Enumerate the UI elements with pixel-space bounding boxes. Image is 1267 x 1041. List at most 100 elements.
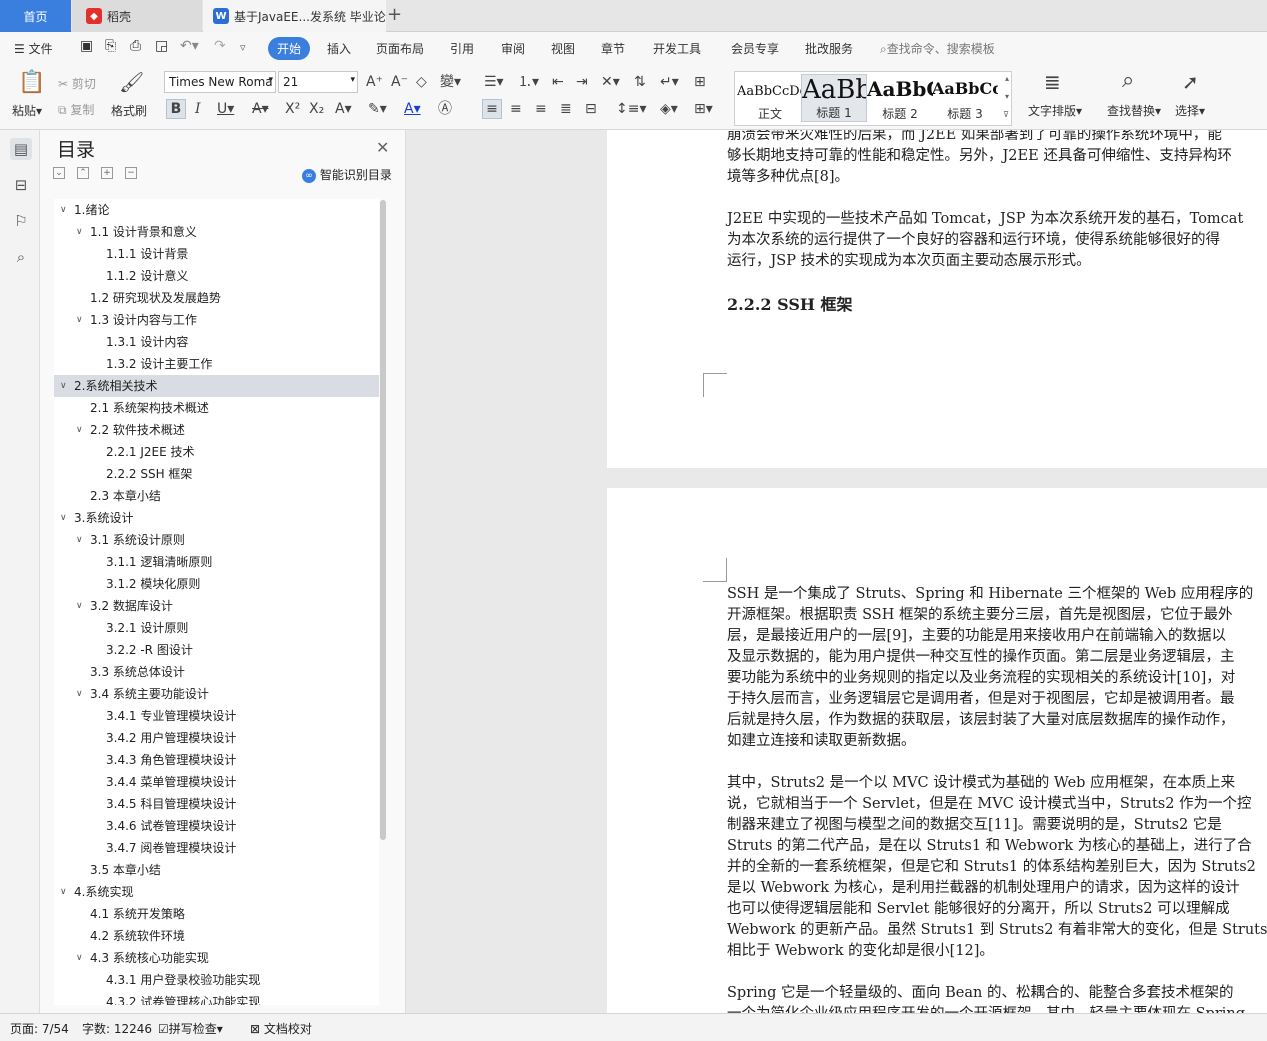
select-button[interactable]: 选择▾ [1175, 102, 1205, 119]
gallery-scroll-down-icon[interactable]: ▾ [1005, 92, 1009, 101]
toc-item[interactable]: 3.4.1 专业管理模块设计 [54, 705, 379, 727]
chinese-layout-icon[interactable]: ✕▾ [601, 74, 620, 90]
gallery-scroll-up-icon[interactable]: ▴ [1005, 74, 1009, 83]
text-layout-icon[interactable]: ≣ [1044, 72, 1061, 92]
menu-reference[interactable]: 引用 [450, 40, 474, 57]
tab-home[interactable]: 首页 [0, 0, 71, 32]
word-count[interactable]: 字数: 12246 [82, 1020, 152, 1037]
bookmark-icon[interactable]: ⚐ [10, 210, 32, 232]
chevron-down-icon[interactable]: ∨ [76, 595, 83, 617]
cut-button[interactable]: ✂ 剪切 [58, 75, 96, 92]
toc-item[interactable]: ∨ 1.1 设计背景和意义 [54, 221, 379, 243]
toc-item[interactable]: ∨ 4.系统实现 [54, 881, 379, 903]
show-marks-icon[interactable]: ↵▾ [660, 74, 679, 90]
menu-member[interactable]: 会员专享 [731, 40, 779, 57]
toc-item[interactable]: 3.1.1 逻辑清晰原则 [54, 551, 379, 573]
chevron-down-icon[interactable]: ∨ [76, 529, 83, 551]
chevron-down-icon[interactable]: ∨ [60, 375, 67, 397]
toc-item[interactable]: 2.2.1 J2EE 技术 [54, 441, 379, 463]
menu-chapter[interactable]: 章节 [601, 40, 625, 57]
paste-icon[interactable]: 📋 [18, 72, 45, 94]
print-preview-icon[interactable]: ◲ [155, 38, 168, 54]
cursor-select-icon[interactable]: ➚ [1182, 72, 1199, 92]
chapter-nav-icon[interactable]: ⊟ [10, 174, 32, 196]
toc-item[interactable]: ∨ 3.系统设计 [54, 507, 379, 529]
quick-access-dropdown-icon[interactable]: ▿ [240, 41, 246, 54]
chevron-down-icon[interactable]: ∨ [76, 947, 83, 969]
decrease-indent-icon[interactable]: ⇤ [552, 74, 564, 90]
toc-item[interactable]: 3.1.2 模块化原则 [54, 573, 379, 595]
style-heading-3[interactable]: AaBbCcI标题 3 [932, 74, 998, 122]
toc-item[interactable]: 3.4.4 菜单管理模块设计 [54, 771, 379, 793]
page-indicator[interactable]: 页面: 7/54 [10, 1020, 69, 1037]
toc-item[interactable]: 2.2.2 SSH 框架 [54, 463, 379, 485]
search-icon[interactable]: ⌕ [10, 246, 32, 268]
menu-start[interactable]: 开始 [268, 37, 310, 60]
toc-item[interactable]: ∨ 3.4 系统主要功能设计 [54, 683, 379, 705]
toc-item[interactable]: ∨ 1.3 设计内容与工作 [54, 309, 379, 331]
remove-item-icon[interactable]: − [125, 167, 137, 179]
save-icon[interactable]: ▣ [80, 38, 93, 54]
subscript-button[interactable]: X₂ [309, 101, 324, 117]
align-center-button[interactable]: ≡ [510, 101, 522, 117]
find-replace-button[interactable]: 查找替换▾ [1107, 102, 1161, 119]
paste-button[interactable]: 粘贴▾ [12, 102, 42, 119]
italic-button[interactable]: I [195, 101, 201, 117]
text-layout-button[interactable]: 文字排版▾ [1028, 102, 1082, 119]
file-menu[interactable]: ☰ 文件 [14, 40, 53, 57]
menu-view[interactable]: 视图 [551, 40, 575, 57]
highlight-icon[interactable]: ✎▾ [368, 101, 387, 117]
toc-item[interactable]: ∨ 1.绪论 [54, 199, 379, 221]
menu-correction[interactable]: 批改服务 [805, 40, 853, 57]
menu-review[interactable]: 审阅 [501, 40, 525, 57]
underline-button[interactable]: U▾ [217, 101, 234, 117]
char-border-icon[interactable]: Ⓐ [438, 101, 452, 117]
chevron-down-icon[interactable]: ∨ [76, 221, 83, 243]
font-size-select[interactable]: 21 ▾ [278, 71, 358, 93]
align-left-button[interactable]: ≡ [482, 99, 502, 119]
toc-item[interactable]: 3.2.1 设计原则 [54, 617, 379, 639]
bold-button[interactable]: B [166, 99, 186, 119]
gallery-more-icon[interactable]: ⊽ [1003, 110, 1009, 119]
clear-format-icon[interactable]: ◇ [416, 74, 427, 90]
toc-item[interactable]: 3.4.6 试卷管理模块设计 [54, 815, 379, 837]
toc-item[interactable]: 3.3 系统总体设计 [54, 661, 379, 683]
toc-panel-icon[interactable]: ▤ [10, 138, 32, 160]
redo-icon[interactable]: ↷ [214, 38, 226, 54]
toc-item[interactable]: 4.3.1 用户登录校验功能实现 [54, 969, 379, 991]
shrink-font-icon[interactable]: A⁻ [391, 74, 408, 90]
toc-item[interactable]: ∨ 2.2 软件技术概述 [54, 419, 379, 441]
toc-item[interactable]: ∨ 4.3 系统核心功能实现 [54, 947, 379, 969]
tab-daoke[interactable]: ◆ 稻壳 [72, 0, 202, 32]
toc-item[interactable]: 2.1 系统架构技术概述 [54, 397, 379, 419]
format-painter-icon[interactable]: 🖌 [119, 72, 144, 92]
expand-all-icon[interactable]: ⌄ [53, 167, 65, 179]
menu-dev-tools[interactable]: 开发工具 [653, 40, 701, 57]
style-normal[interactable]: AaBbCcDd 正文 [737, 74, 803, 122]
toc-item[interactable]: 3.4.5 科目管理模块设计 [54, 793, 379, 815]
increase-indent-icon[interactable]: ⇥ [576, 74, 588, 90]
toc-item[interactable]: 2.3 本章小结 [54, 485, 379, 507]
borders-icon[interactable]: ⊞▾ [694, 101, 713, 117]
toc-item[interactable]: ∨ 3.2 数据库设计 [54, 595, 379, 617]
font-color-button[interactable]: A▾ [404, 101, 421, 117]
toc-item[interactable]: 1.1.2 设计意义 [54, 265, 379, 287]
numbered-list-icon[interactable]: ⒈▾ [518, 74, 539, 90]
text-effect-button[interactable]: A▾ [335, 101, 352, 117]
chevron-down-icon[interactable]: ∨ [76, 419, 83, 441]
toc-item[interactable]: ∨ 2.系统相关技术 [54, 375, 379, 397]
toc-item[interactable]: 3.2.2 -R 图设计 [54, 639, 379, 661]
superscript-button[interactable]: X² [285, 101, 300, 117]
sort-icon[interactable]: ⇅ [634, 74, 646, 90]
smart-toc-button[interactable]: ∞ 智能识别目录 [302, 166, 392, 183]
toc-item[interactable]: ∨ 3.1 系统设计原则 [54, 529, 379, 551]
menu-page-layout[interactable]: 页面布局 [376, 40, 424, 57]
toc-item[interactable]: 3.4.2 用户管理模块设计 [54, 727, 379, 749]
toc-item[interactable]: 1.2 研究现状及发展趋势 [54, 287, 379, 309]
line-spacing-icon[interactable]: ↕≡▾ [616, 101, 647, 117]
tab-stops-icon[interactable]: ⊞ [694, 74, 706, 90]
magnifier-icon[interactable]: ⌕ [1122, 70, 1134, 92]
doc-proofread-button[interactable]: ⊠ 文档校对 [250, 1020, 312, 1037]
close-icon[interactable]: ✕ [376, 138, 389, 157]
phonetic-guide-icon[interactable]: 變▾ [440, 74, 461, 90]
